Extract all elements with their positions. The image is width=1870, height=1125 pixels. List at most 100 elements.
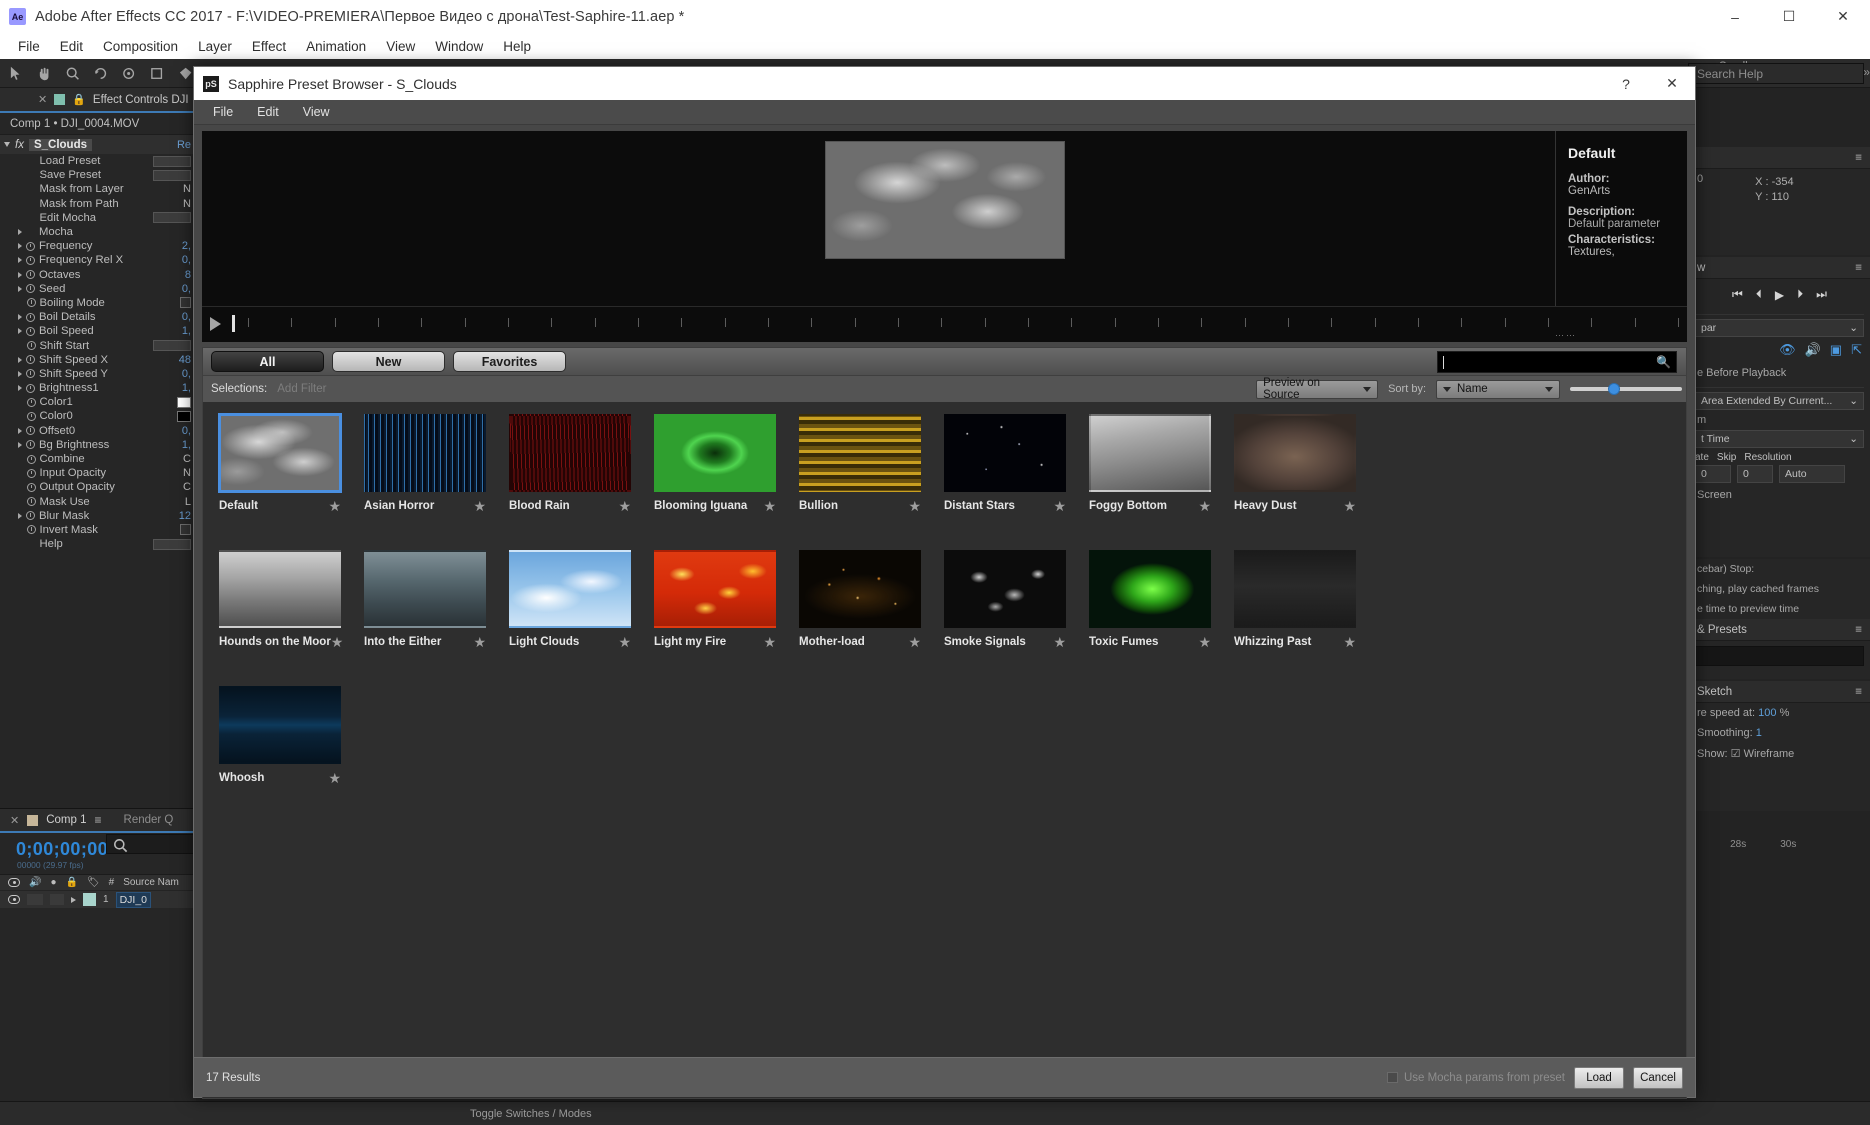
- property-expand-triangle-icon[interactable]: [18, 285, 22, 292]
- capture-speed-value[interactable]: 100: [1758, 707, 1776, 719]
- include-audio-icon[interactable]: 🔊: [1805, 342, 1821, 358]
- effect-property-row[interactable]: Blur Mask 12: [0, 509, 195, 523]
- favorite-star-icon[interactable]: ★: [328, 498, 341, 515]
- last-frame-button[interactable]: ⏭: [1816, 287, 1827, 302]
- effect-property-value[interactable]: C: [183, 481, 191, 493]
- favorite-star-icon[interactable]: ★: [1198, 498, 1211, 515]
- favorite-star-icon[interactable]: ★: [1198, 634, 1211, 651]
- effect-property-value[interactable]: 1,: [182, 325, 191, 337]
- preset-cell[interactable]: Into the Either ★: [364, 550, 486, 686]
- stopwatch-icon[interactable]: [26, 298, 36, 308]
- preset-cell[interactable]: Asian Horror ★: [364, 414, 486, 550]
- favorite-star-icon[interactable]: ★: [618, 634, 631, 651]
- stopwatch-icon[interactable]: [26, 270, 35, 280]
- dialog-close-button[interactable]: ✕: [1649, 67, 1695, 100]
- favorite-star-icon[interactable]: ★: [328, 770, 341, 787]
- stopwatch-icon[interactable]: [26, 397, 36, 407]
- favorite-star-icon[interactable]: ★: [908, 498, 921, 515]
- effect-property-row[interactable]: Shift Start: [0, 338, 195, 352]
- favorite-star-icon[interactable]: ★: [473, 634, 486, 651]
- close-tab-icon[interactable]: ✕: [38, 93, 47, 106]
- sort-direction-icon[interactable]: [1443, 386, 1451, 392]
- preset-thumbnail[interactable]: [944, 414, 1066, 492]
- tab-render-queue[interactable]: Render Q: [124, 814, 174, 826]
- thumbnail-size-slider-knob[interactable]: [1608, 383, 1620, 395]
- preset-cell[interactable]: Heavy Dust ★: [1234, 414, 1356, 550]
- preset-thumbnail[interactable]: [1234, 550, 1356, 628]
- effect-property-row[interactable]: Mask from Layer N: [0, 182, 195, 196]
- preset-thumbnail[interactable]: [364, 414, 486, 492]
- effect-property-row[interactable]: Input Opacity N: [0, 466, 195, 480]
- preset-cell[interactable]: Blood Rain ★: [509, 414, 631, 550]
- play-button[interactable]: ▶: [1775, 288, 1784, 302]
- sort-by-dropdown[interactable]: Name: [1436, 379, 1560, 399]
- preset-thumbnail[interactable]: [218, 413, 342, 493]
- stopwatch-icon[interactable]: [26, 355, 35, 365]
- menu-view[interactable]: View: [376, 36, 425, 57]
- effect-property-row[interactable]: Mask Use L: [0, 495, 195, 509]
- expand-triangle-icon[interactable]: [4, 142, 10, 147]
- tab-new[interactable]: New: [332, 351, 445, 372]
- effects-presets-menu-icon[interactable]: ≡: [1855, 624, 1862, 636]
- property-expand-triangle-icon[interactable]: [18, 314, 22, 321]
- lock-column-icon[interactable]: 🔒: [66, 877, 78, 888]
- menu-composition[interactable]: Composition: [93, 36, 188, 57]
- preset-cell[interactable]: Light my Fire ★: [654, 550, 776, 686]
- preview-play-from-dropdown[interactable]: t Time ⌄: [1695, 430, 1864, 448]
- effect-property-value[interactable]: 8: [185, 269, 191, 281]
- include-video-icon[interactable]: 👁: [1779, 342, 1796, 358]
- preset-thumbnail[interactable]: [654, 550, 776, 628]
- layer-expand-triangle-icon[interactable]: [71, 896, 76, 903]
- preset-thumbnail[interactable]: [364, 550, 486, 628]
- camera-tool-icon[interactable]: [121, 65, 136, 82]
- stopwatch-icon[interactable]: [26, 341, 36, 351]
- load-button[interactable]: Load: [1574, 1066, 1624, 1089]
- preset-thumbnail[interactable]: [654, 414, 776, 492]
- preset-cell[interactable]: Mother-load ★: [799, 550, 921, 686]
- info-panel-menu-icon[interactable]: ≡: [1855, 152, 1862, 164]
- layer-switch-a[interactable]: [27, 894, 43, 905]
- frame-rate-value[interactable]: 0: [1695, 465, 1731, 483]
- favorite-star-icon[interactable]: ★: [618, 498, 631, 515]
- dialog-menu-edit[interactable]: Edit: [247, 103, 289, 121]
- minimize-button[interactable]: –: [1708, 0, 1762, 33]
- use-mocha-params-checkbox-group[interactable]: Use Mocha params from preset: [1386, 1072, 1565, 1084]
- resize-grip-icon[interactable]: ⋯⋯: [1555, 330, 1577, 341]
- effect-property-value[interactable]: 0,: [182, 254, 191, 266]
- stopwatch-icon[interactable]: [26, 454, 36, 464]
- preset-thumbnail[interactable]: [799, 550, 921, 628]
- effect-property-row[interactable]: Combine C: [0, 452, 195, 466]
- previous-frame-button[interactable]: ⏴: [1756, 287, 1762, 302]
- stopwatch-icon[interactable]: [26, 482, 36, 492]
- property-button[interactable]: [153, 538, 191, 550]
- stopwatch-icon[interactable]: [26, 255, 35, 265]
- search-help-input[interactable]: Search Help: [1688, 63, 1864, 84]
- workspace-overflow-chevron[interactable]: »: [1864, 67, 1870, 79]
- effect-property-row[interactable]: Brightness1 1,: [0, 381, 195, 395]
- property-expand-triangle-icon[interactable]: [18, 427, 22, 434]
- anchor-point-tool-icon[interactable]: [149, 65, 164, 82]
- preset-cell[interactable]: Foggy Bottom ★: [1089, 414, 1211, 550]
- preset-thumbnail[interactable]: [1234, 414, 1356, 492]
- tab-effect-controls[interactable]: Effect Controls DJI: [93, 94, 189, 106]
- preset-cell[interactable]: Hounds on the Moor ★: [219, 550, 343, 686]
- property-expand-triangle-icon[interactable]: [18, 356, 22, 363]
- favorite-star-icon[interactable]: ★: [1343, 634, 1356, 651]
- effect-property-row[interactable]: Boiling Mode: [0, 296, 195, 310]
- solo-icon[interactable]: ●: [50, 877, 56, 888]
- resolution-value[interactable]: Auto: [1779, 465, 1845, 483]
- effect-property-row[interactable]: Help: [0, 537, 195, 551]
- property-expand-triangle-icon[interactable]: [18, 512, 22, 519]
- property-button[interactable]: [153, 212, 191, 224]
- effect-property-row[interactable]: Load Preset: [0, 154, 195, 168]
- effect-property-row[interactable]: Color1: [0, 395, 195, 409]
- stopwatch-icon[interactable]: [26, 440, 35, 450]
- search-icon[interactable]: 🔍: [1656, 355, 1671, 369]
- property-button[interactable]: [153, 155, 191, 167]
- cancel-button[interactable]: Cancel: [1633, 1066, 1683, 1089]
- thumbnail-size-slider[interactable]: [1570, 383, 1682, 395]
- effect-property-row[interactable]: Frequency 2,: [0, 239, 195, 253]
- stopwatch-icon[interactable]: [26, 497, 36, 507]
- color-swatch[interactable]: [177, 410, 191, 422]
- stopwatch-icon[interactable]: [26, 326, 35, 336]
